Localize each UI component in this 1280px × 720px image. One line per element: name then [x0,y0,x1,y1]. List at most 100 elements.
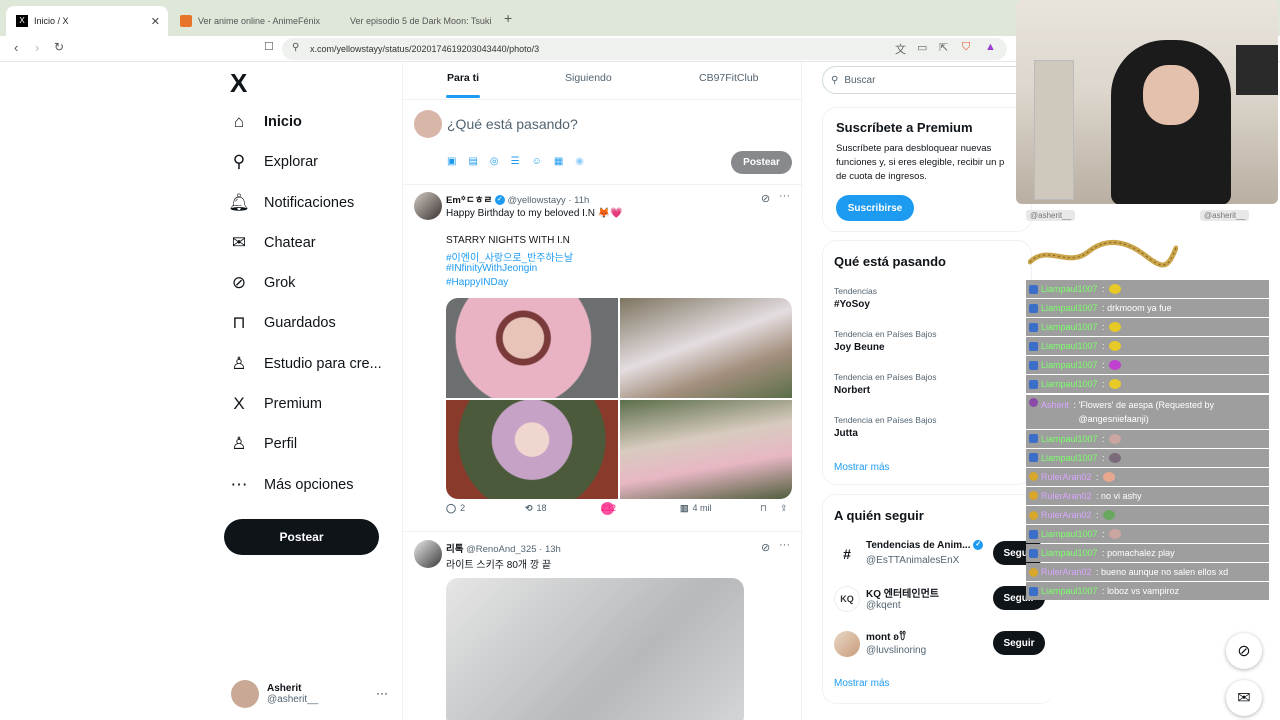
sidebar-item-explorar[interactable]: ⚲ Explorar [228,147,318,177]
forward-icon[interactable]: › [35,40,39,55]
like-button[interactable]: 232 [601,501,616,515]
chat-separator: : [1093,567,1102,578]
sidebar-item-estudio-para-cre[interactable]: ♙ Estudio para cre... [228,349,381,379]
post-button[interactable]: Postear [224,519,379,555]
translate-icon[interactable]: 文 [895,41,906,57]
tab-para-ti[interactable]: Para ti [447,72,479,84]
chat-separator: : [1093,490,1102,501]
sidebar-item-chatear[interactable]: ✉ Chatear [228,228,316,258]
trend-item[interactable]: Joy Beune [834,342,885,353]
hashtag-link[interactable]: #INfinityWithJeongin [446,263,537,274]
back-icon[interactable]: ‹ [14,40,18,55]
more-icon[interactable]: ··· [779,539,790,551]
grok-icon[interactable]: ⊘ [761,192,770,205]
tweet-time[interactable]: · 13h [539,544,561,555]
avatar[interactable]: # [834,541,860,567]
hashtag-link[interactable]: #이엔이_사랑으로_반주하는날 [446,249,573,264]
grok-fab-icon[interactable]: ⊘ [1226,633,1262,669]
follow-handle[interactable]: @luvslinoring [866,645,926,656]
avatar[interactable] [834,631,860,657]
rewards-icon[interactable]: ▲ [985,41,996,53]
grok-icon[interactable]: ⊘ [761,541,770,554]
location-icon[interactable]: ◉ [575,156,584,167]
schedule-icon[interactable]: ▦ [554,156,563,167]
search-icon: ⚲ [831,74,839,86]
tab-inicio-x[interactable]: X Inicio / X ✕ [6,6,168,36]
follow-name[interactable]: mont ʚꀎ [866,630,907,643]
new-tab-button[interactable]: + [504,10,512,26]
follow-handle[interactable]: @kqent [866,600,901,611]
cast-icon[interactable]: ▭ [917,41,927,54]
tweet-author-handle[interactable]: @yellowstayy [507,195,565,206]
avatar[interactable] [414,110,442,138]
bookmark-page-icon[interactable]: ☐ [264,40,274,53]
sidebar-item-más-opciones[interactable]: ⋯ Más opciones [228,470,354,500]
tweet-time[interactable]: · 11h [568,195,589,206]
follow-name[interactable]: KQ 엔터테인먼트 [866,585,939,600]
sidebar-item-premium[interactable]: X Premium [228,389,322,419]
avatar[interactable] [414,540,442,568]
sidebar-item-notificaciones[interactable]: 🔔︎ Notificaciones [228,188,354,218]
grok-icon[interactable]: ◎ [490,156,499,167]
retweet-button[interactable]: ⟲ 18 [525,503,547,514]
chat-message: Liampaul1007 : [1026,429,1269,448]
follow-name-text: Tendencias de Anim... [866,540,971,551]
views-button[interactable]: ▥ 4 mil [680,503,712,514]
trend-item[interactable]: #YoSoy [834,299,870,310]
compose-input[interactable]: ¿Qué está pasando? [447,116,578,132]
follow-handle[interactable]: @EsTTAnimalesEnX [866,555,959,566]
show-more-link[interactable]: Mostrar más [834,678,890,689]
sidebar-item-inicio[interactable]: ⌂ Inicio [228,107,302,137]
chat-message: RulerAran02 : [1026,467,1269,486]
reply-button[interactable]: ◯ 2 [446,503,465,514]
follow-name[interactable]: Tendencias de Anim... ✓ [866,540,984,551]
tweet-photo[interactable] [620,298,792,398]
tweet-photo[interactable] [446,399,618,499]
trend-item[interactable]: Norbert [834,385,870,396]
bookmark-icon[interactable]: ⊓ [760,503,767,514]
trend-item[interactable]: Jutta [834,428,858,439]
tweet-author-name[interactable]: Em꙳ㄷㅎㄹ [446,195,492,206]
tweet-author-handle[interactable]: @RenoAnd_325 [466,544,536,555]
sidebar-item-perfil[interactable]: ♙ Perfil [228,429,297,459]
chat-emote-icon [1109,284,1122,294]
site-info-icon[interactable]: ⚲ [292,42,299,53]
tab-close-icon[interactable]: ✕ [151,15,160,28]
compose-post-button[interactable]: Postear [731,151,792,174]
account-more-icon[interactable]: ··· [376,686,388,700]
show-more-link[interactable]: Mostrar más [834,462,890,473]
x-favicon-icon: X [16,15,28,27]
follow-button[interactable]: Seguir [993,631,1045,655]
share-icon[interactable]: ⇱ [939,41,948,54]
hashtag-link[interactable]: #HappyINDay [446,277,508,288]
sidebar-item-grok[interactable]: ⊘ Grok [228,268,296,298]
tab-cb97fitclub[interactable]: CB97FitClub [699,72,759,84]
poll-icon[interactable]: ☰ [511,156,520,167]
avatar[interactable] [414,192,442,220]
more-icon[interactable]: ··· [779,190,790,202]
emoji-icon[interactable]: ☺ [532,156,542,167]
tab-dark-moon[interactable]: Ver episodio 5 de Dark Moon: Tsuki ... [334,6,494,36]
image-icon[interactable]: ▣ [447,156,456,167]
share-icon[interactable]: ⇪ [780,503,788,514]
tab-animefenix[interactable]: Ver anime online - AnimeFénix [170,6,330,36]
gif-icon[interactable]: ▤ [468,156,477,167]
avatar[interactable]: KQ [834,586,860,612]
tweet-author-name[interactable]: 리톡 [446,544,463,555]
reload-icon[interactable]: ↻ [54,40,64,54]
sidebar-item-guardados[interactable]: ⊓ Guardados [228,308,335,338]
chat-badge-icon [1029,341,1038,351]
chat-message: Liampaul1007 : [1026,356,1269,375]
chat-badge-icon [1029,586,1038,596]
trends-title: Qué está pasando [834,254,946,269]
brave-shield-icon[interactable]: ⛉ [962,41,970,54]
x-logo-icon[interactable]: X [230,68,247,99]
account-switcher[interactable]: Asherit @asherit__ [231,680,318,708]
tweet-photo[interactable] [446,578,744,720]
tab-siguiendo[interactable]: Siguiendo [565,72,612,84]
subscribe-button[interactable]: Suscribirse [836,195,914,221]
tweet-photo[interactable] [446,298,618,398]
search-input[interactable]: ⚲ Buscar [822,66,1032,94]
tweet-photo[interactable] [620,399,792,499]
messages-fab-icon[interactable]: ✉ [1226,680,1262,716]
